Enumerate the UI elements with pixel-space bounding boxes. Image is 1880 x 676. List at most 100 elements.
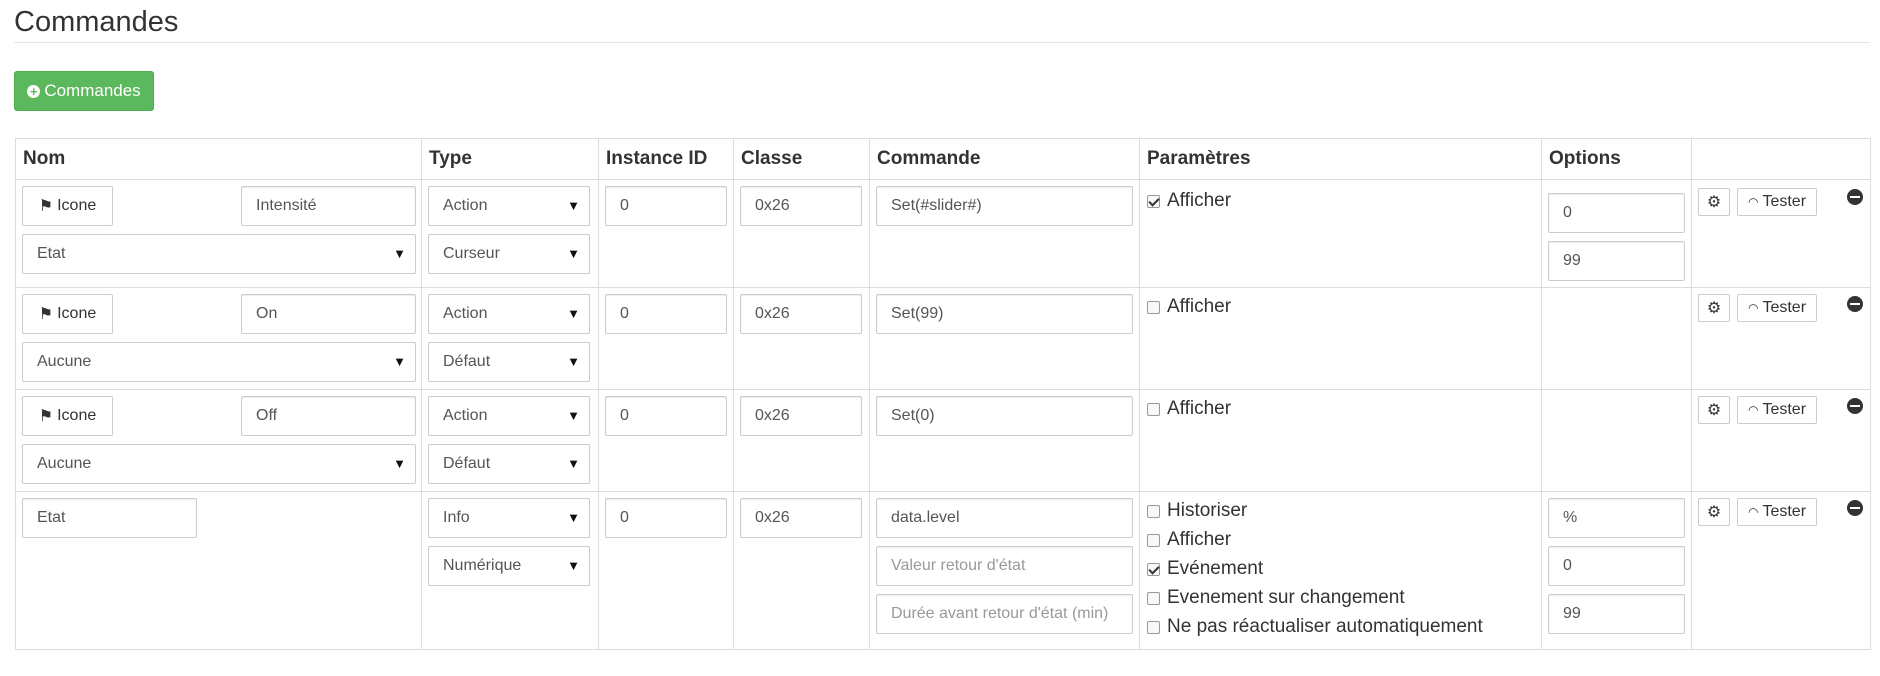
config-button[interactable]: ⚙ xyxy=(1698,396,1730,424)
cell-type: Info ▼ Numérique ▼ xyxy=(421,491,599,650)
option-max-input[interactable] xyxy=(1548,241,1685,281)
header-options: Options xyxy=(1541,138,1692,180)
subtype-select[interactable]: Numérique ▼ xyxy=(428,546,590,586)
afficher-checkbox[interactable]: Afficher xyxy=(1147,398,1231,420)
classe-input[interactable] xyxy=(740,186,862,226)
test-button-label: Tester xyxy=(1762,193,1807,210)
value-select[interactable]: Aucune ▼ xyxy=(22,342,416,382)
remove-icon[interactable] xyxy=(1847,398,1863,414)
icon-button[interactable]: ⚑ Icone xyxy=(22,186,113,226)
return-value-input[interactable] xyxy=(876,546,1133,586)
remove-icon[interactable] xyxy=(1847,296,1863,312)
type-select[interactable]: Action ▼ xyxy=(428,294,590,334)
cell-actions: ⚙ ◠ Tester xyxy=(1691,389,1871,492)
icon-button[interactable]: ⚑ Icone xyxy=(22,294,113,334)
command-input[interactable] xyxy=(876,186,1133,226)
name-input[interactable] xyxy=(241,396,416,436)
checkbox-label: Evenement sur changement xyxy=(1167,587,1405,608)
cell-type: Action ▼ Curseur ▼ xyxy=(421,179,599,288)
command-input[interactable] xyxy=(876,294,1133,334)
checkbox-label: Historiser xyxy=(1167,500,1248,521)
title-divider xyxy=(14,42,1870,43)
caret-down-icon: ▼ xyxy=(567,354,580,369)
afficher-checkbox[interactable]: Afficher xyxy=(1147,296,1231,318)
remove-icon[interactable] xyxy=(1847,500,1863,516)
checkbox[interactable] xyxy=(1147,591,1160,605)
caret-down-icon: ▼ xyxy=(567,198,580,213)
icon-button-label: Icone xyxy=(57,197,97,214)
option-unit-input[interactable] xyxy=(1548,498,1685,538)
option-min-input[interactable] xyxy=(1548,193,1685,233)
cell-options xyxy=(1541,179,1692,288)
value-select-text: Etat xyxy=(37,245,66,262)
checkbox[interactable] xyxy=(1147,504,1160,518)
subtype-select[interactable]: Défaut ▼ xyxy=(428,444,590,484)
caret-down-icon: ▼ xyxy=(567,456,580,471)
test-button-label: Tester xyxy=(1762,401,1807,418)
classe-input[interactable] xyxy=(740,294,862,334)
type-select[interactable]: Info ▼ xyxy=(428,498,590,538)
cell-nom: ⚑Icone Aucune ▼ xyxy=(15,389,422,492)
no-refresh-checkbox[interactable]: Ne pas réactualiser automatiquement xyxy=(1147,616,1483,638)
classe-input[interactable] xyxy=(740,396,862,436)
cell-instance xyxy=(598,389,734,492)
checkbox[interactable] xyxy=(1147,300,1160,314)
command-input[interactable] xyxy=(876,498,1133,538)
config-button[interactable]: ⚙ xyxy=(1698,188,1730,216)
afficher-checkbox[interactable]: Afficher xyxy=(1147,529,1231,551)
option-min-input[interactable] xyxy=(1548,546,1685,586)
page-title: Commandes xyxy=(14,6,179,38)
header-classe: Classe xyxy=(733,138,870,180)
command-input[interactable] xyxy=(876,396,1133,436)
config-button[interactable]: ⚙ xyxy=(1698,294,1730,322)
evenement-changement-checkbox[interactable]: Evenement sur changement xyxy=(1147,587,1405,609)
checkbox[interactable] xyxy=(1147,402,1160,416)
test-button[interactable]: ◠ Tester xyxy=(1737,188,1817,216)
checkbox[interactable] xyxy=(1147,620,1160,634)
icon-button[interactable]: ⚑ Icone xyxy=(22,396,113,436)
test-button[interactable]: ◠ Tester xyxy=(1737,396,1817,424)
header-actions xyxy=(1691,138,1871,180)
table-row: Info ▼ Numérique ▼ Historiser Afficher xyxy=(15,491,1871,650)
option-max-input[interactable] xyxy=(1548,594,1685,634)
name-input[interactable] xyxy=(241,186,416,226)
classe-input[interactable] xyxy=(740,498,862,538)
remove-icon[interactable] xyxy=(1847,189,1863,205)
cell-nom xyxy=(15,491,422,650)
config-button[interactable]: ⚙ xyxy=(1698,498,1730,526)
evenement-checkbox[interactable]: Evénement xyxy=(1147,558,1263,580)
checkbox[interactable] xyxy=(1147,194,1160,208)
cell-nom: ⚑Icone Etat ▼ xyxy=(15,179,422,288)
caret-down-icon: ▼ xyxy=(567,558,580,573)
instance-input[interactable] xyxy=(605,498,727,538)
rss-icon: ◠ xyxy=(1747,195,1759,209)
test-button[interactable]: ◠ Tester xyxy=(1737,294,1817,322)
subtype-select[interactable]: Curseur ▼ xyxy=(428,234,590,274)
name-input[interactable] xyxy=(22,498,197,538)
test-button-label: Tester xyxy=(1762,299,1807,316)
afficher-checkbox[interactable]: Afficher xyxy=(1147,190,1231,212)
subtype-select[interactable]: Défaut ▼ xyxy=(428,342,590,382)
cell-classe xyxy=(733,179,870,288)
instance-input[interactable] xyxy=(605,294,727,334)
instance-input[interactable] xyxy=(605,396,727,436)
value-select[interactable]: Aucune ▼ xyxy=(22,444,416,484)
header-commande: Commande xyxy=(869,138,1140,180)
instance-input[interactable] xyxy=(605,186,727,226)
caret-down-icon: ▼ xyxy=(567,246,580,261)
checkbox[interactable] xyxy=(1147,533,1160,547)
return-delay-input[interactable] xyxy=(876,594,1133,634)
checkbox[interactable] xyxy=(1147,562,1160,576)
test-button[interactable]: ◠ Tester xyxy=(1737,498,1817,526)
add-command-button[interactable]: + Commandes xyxy=(14,71,154,111)
flag-icon: ⚑ xyxy=(38,198,54,215)
gears-icon: ⚙ xyxy=(1706,402,1722,419)
value-select[interactable]: Etat ▼ xyxy=(22,234,416,274)
type-select[interactable]: Action ▼ xyxy=(428,396,590,436)
rss-icon: ◠ xyxy=(1747,403,1759,417)
flag-icon: ⚑ xyxy=(38,408,54,425)
caret-down-icon: ▼ xyxy=(393,354,406,369)
historiser-checkbox[interactable]: Historiser xyxy=(1147,500,1247,522)
type-select[interactable]: Action ▼ xyxy=(428,186,590,226)
name-input[interactable] xyxy=(241,294,416,334)
